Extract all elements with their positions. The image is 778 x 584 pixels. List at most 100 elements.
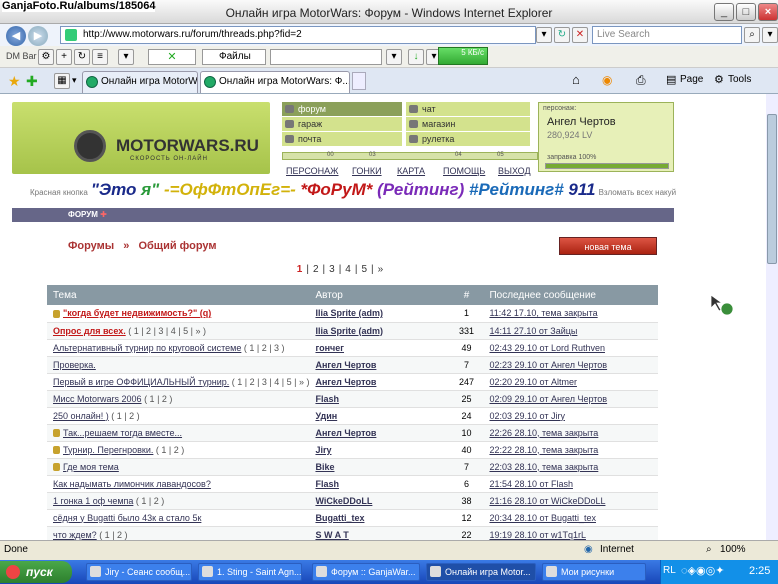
last-post[interactable]: 02:20 29.10 от Altmer (483, 373, 658, 391)
menu-item-forum[interactable]: форум (282, 102, 402, 116)
nav-help[interactable]: ПОМОЩЬ (443, 166, 485, 176)
topic-pages[interactable]: ( 1 | 2 | 3 | 4 | 5 | » ) (229, 377, 310, 387)
author-link[interactable]: Bike (309, 458, 450, 476)
add-favorite-icon[interactable]: ✚ (26, 73, 38, 90)
menu-item-chat[interactable]: чат (406, 102, 530, 116)
new-topic-button[interactable]: новая тема (559, 237, 657, 255)
nav-exit[interactable]: ВЫХОД (498, 166, 531, 176)
last-post[interactable]: 21:16 28.10 от WiCkeDDoLL (483, 492, 658, 510)
quick-tabs-icon[interactable]: ▦ (54, 73, 70, 89)
menu-item-garage[interactable]: гараж (282, 117, 402, 131)
topic-pages[interactable]: ( 1 | 2 ) (97, 530, 127, 540)
breadcrumb-current[interactable]: Общий форум (138, 240, 216, 252)
tab-motorwars-2[interactable]: Онлайн игра MotorWars: Ф... (200, 71, 350, 93)
topic-link[interactable]: что ждем? (53, 530, 97, 540)
close-button[interactable]: × (758, 3, 778, 21)
dm-cancel-icon[interactable]: ✕ (148, 49, 196, 65)
dm-settings-icon[interactable]: ⚙ (38, 49, 54, 65)
author-link[interactable]: Bugatti_tex (309, 509, 450, 527)
home-icon[interactable]: ⌂ (572, 72, 580, 88)
vertical-scrollbar[interactable] (766, 94, 778, 540)
menu-item-mail[interactable]: почта (282, 132, 402, 146)
taskbar-item[interactable]: Jiry - Сеанс сообщ... (86, 563, 192, 581)
topic-link[interactable]: Где моя тема (63, 462, 119, 472)
topic-pages[interactable]: ( 1 | 2 ) (142, 394, 172, 404)
tab-list-icon[interactable]: ▾ (72, 75, 77, 86)
last-post[interactable]: 22:22 28.10, тема закрыта (483, 441, 658, 459)
taskbar-item[interactable]: Форум :: GanjaWar... (312, 563, 420, 581)
author-link[interactable]: Flash (309, 475, 450, 493)
dm-menu-icon[interactable]: ▾ (118, 49, 134, 65)
pagination-link[interactable]: 4 (345, 264, 351, 275)
last-post[interactable]: 11:42 17.10, тема закрыта (483, 305, 658, 323)
last-post[interactable]: 02:03 29.10 от Jiry (483, 407, 658, 425)
tools-menu-button[interactable]: Tools (728, 72, 751, 88)
topic-link[interactable]: Мисс Motorwars 2006 (53, 394, 142, 404)
tab-motorwars-1[interactable]: Онлайн игра MotorWars... (82, 71, 198, 93)
print-icon[interactable]: ⎙ (636, 72, 646, 88)
topic-pages[interactable]: ( 1 | 2 | 3 | 4 | 5 | » ) (126, 326, 206, 336)
menu-item-shop[interactable]: магазин (406, 117, 530, 131)
promo-banner-text[interactable]: "Это я" -=ОфФтОпЕг=- *ФоРуМ* (Рейтинг) #… (91, 180, 596, 199)
back-icon[interactable]: ◀ (6, 26, 26, 46)
dm-add-icon[interactable]: + (56, 49, 72, 65)
refresh-icon[interactable]: ↻ (554, 27, 570, 43)
site-logo[interactable]: MOTORWARS.RU (116, 136, 259, 156)
scrollbar-thumb[interactable] (767, 114, 777, 264)
topic-link[interactable]: Опрос для всех. (53, 326, 126, 336)
breadcrumb-root[interactable]: Форумы (68, 240, 114, 252)
pagination-link[interactable]: 5 (361, 264, 367, 275)
last-post[interactable]: 21:54 28.10 от Flash (483, 475, 658, 493)
topic-link[interactable]: сёдня у Bugatti было 43к а стало 5к (53, 513, 201, 523)
forward-icon[interactable]: ▶ (28, 26, 48, 46)
zoom-level[interactable]: 100% (720, 541, 746, 559)
pagination-link[interactable]: 1 (297, 264, 303, 275)
dm-url-input[interactable] (270, 49, 382, 65)
search-input[interactable]: Live Search (592, 26, 742, 44)
author-link[interactable]: Ангел Чертов (309, 424, 450, 442)
language-indicator[interactable]: RL (663, 565, 676, 576)
author-link[interactable]: Удин (309, 407, 450, 425)
dm-dropdown-icon[interactable]: ▾ (386, 49, 402, 65)
last-post[interactable]: 14:11 27.10 от Зайцы (483, 322, 658, 340)
taskbar-item[interactable]: Мои рисунки (542, 563, 646, 581)
topic-pages[interactable]: ( 1 | 2 ) (153, 445, 184, 455)
new-tab-button[interactable] (352, 72, 366, 90)
pagination-link[interactable]: 3 (329, 264, 335, 275)
files-select[interactable]: Файлы (202, 49, 266, 65)
taskbar-item[interactable]: 1. Sting - Saint Agn... (198, 563, 302, 581)
dm-refresh-icon[interactable]: ↻ (74, 49, 90, 65)
last-post[interactable]: 02:43 29.10 от Lord Ruthven (483, 339, 658, 357)
author-link[interactable]: Flash (309, 390, 450, 408)
pagination-link[interactable]: » (378, 264, 384, 275)
author-link[interactable]: WiCkeDDoLL (309, 492, 450, 510)
last-post[interactable]: 02:09 29.10 от Ангел Чертов (483, 390, 658, 408)
search-icon[interactable]: ⌕ (744, 27, 760, 43)
maximize-button[interactable]: □ (736, 3, 756, 21)
stop-icon[interactable]: ✕ (572, 27, 588, 43)
topic-link[interactable]: Турнир. Перегнровки. (63, 445, 153, 455)
topic-link[interactable]: "когда будет недвижимость?" (q) (63, 308, 211, 318)
author-link[interactable]: Ilia Sprite (adm) (309, 305, 450, 323)
topic-link[interactable]: Так...решаем тогда вместе... (63, 428, 182, 438)
last-post[interactable]: 02:23 29.10 от Ангел Чертов (483, 356, 658, 374)
topic-link[interactable]: Как надымать лимончик лавандосов? (53, 479, 211, 489)
topic-pages[interactable]: ( 1 | 2 ) (133, 496, 164, 506)
topic-pages[interactable]: ( 1 | 2 ) (109, 411, 139, 421)
minimize-button[interactable]: _ (714, 3, 734, 21)
start-button[interactable]: пуск (0, 561, 72, 583)
menu-item-roulette[interactable]: рулетка (406, 132, 530, 146)
taskbar-item-active[interactable]: Онлайн игра Motor... (426, 563, 536, 581)
last-post[interactable]: 20:34 28.10 от Bugatti_tex (483, 509, 658, 527)
address-input[interactable]: http://www.motorwars.ru/forum/threads.ph… (60, 26, 536, 44)
author-link[interactable]: гончег (309, 339, 450, 357)
last-post[interactable]: 22:03 28.10, тема закрыта (483, 458, 658, 476)
topic-link[interactable]: 250 онлайн! ) (53, 411, 109, 421)
search-options-icon[interactable]: ▾ (762, 27, 778, 43)
nav-races[interactable]: ГОНКИ (352, 166, 382, 176)
page-menu-button[interactable]: Page (680, 72, 703, 88)
author-link[interactable]: S W A T (309, 526, 450, 540)
topic-pages[interactable]: ( 1 | 2 | 3 ) (241, 343, 285, 353)
favorites-star-icon[interactable]: ★ (8, 73, 21, 90)
last-post[interactable]: 22:26 28.10, тема закрыта (483, 424, 658, 442)
